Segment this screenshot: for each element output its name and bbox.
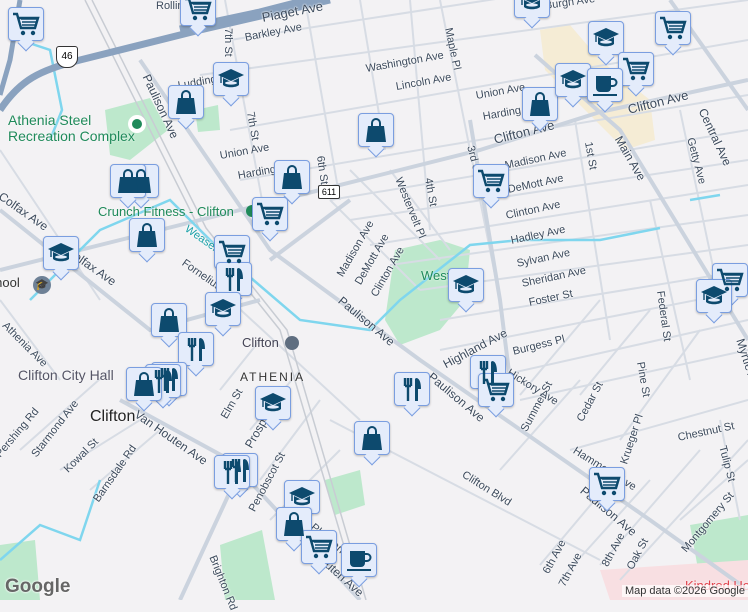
park-pin-icon[interactable]	[128, 115, 146, 133]
poi-athenia-steel-recreation-complex[interactable]: Athenia Steel Recreation Complex	[8, 112, 135, 144]
school-marker[interactable]	[588, 21, 624, 55]
map-attribution[interactable]: Map data ©2026 Google	[621, 585, 748, 597]
shop-marker[interactable]	[126, 367, 162, 401]
shop-marker[interactable]	[110, 164, 146, 198]
neighborhood-label: ATHENIA	[240, 370, 306, 384]
restaurant-marker[interactable]	[178, 332, 214, 366]
cafe-marker[interactable]	[587, 68, 623, 102]
grocery-marker[interactable]	[478, 373, 514, 407]
shopping-bag-icon	[278, 164, 306, 190]
school-marker[interactable]	[448, 268, 484, 302]
poi-label: Recreation Complex	[8, 128, 135, 144]
graduation-cap-icon	[559, 67, 587, 93]
school-pin-icon[interactable]: 🎓	[33, 276, 51, 294]
poi-clifton-city-hall[interactable]: Clifton City Hall	[18, 367, 114, 383]
shopping-bag-icon	[133, 222, 161, 248]
school-marker[interactable]	[205, 292, 241, 326]
grocery-marker[interactable]	[473, 164, 509, 198]
shop-marker[interactable]	[274, 160, 310, 194]
poi-label: Athenia Steel	[8, 112, 92, 128]
fork-knife-icon	[398, 376, 426, 402]
restaurant-marker[interactable]	[216, 262, 252, 296]
shop-marker[interactable]	[522, 87, 558, 121]
graduation-cap-icon	[288, 484, 316, 510]
graduation-cap-icon	[518, 0, 546, 14]
fork-knife-icon	[220, 266, 248, 292]
coffee-cup-icon	[591, 72, 619, 98]
cart-icon	[659, 15, 687, 41]
school-marker[interactable]	[213, 62, 249, 96]
graduation-cap-icon	[592, 25, 620, 51]
shopping-bag-icon	[130, 371, 158, 397]
grocery-marker[interactable]	[301, 530, 337, 564]
grocery-marker[interactable]	[252, 197, 288, 231]
fork-knife-icon	[182, 336, 210, 362]
shopping-bag-icon	[358, 425, 386, 451]
fork-knife-icon	[218, 459, 246, 485]
school-marker[interactable]	[514, 0, 550, 18]
school-marker[interactable]	[555, 63, 591, 97]
cart-icon	[305, 534, 333, 560]
shop-marker[interactable]	[354, 421, 390, 455]
graduation-cap-icon	[259, 390, 287, 416]
cart-icon	[218, 239, 246, 265]
graduation-cap-icon	[209, 296, 237, 322]
school-marker[interactable]	[255, 386, 291, 420]
grocery-marker[interactable]	[655, 11, 691, 45]
street-label: 7th St	[222, 28, 234, 57]
train-station-icon[interactable]	[285, 336, 299, 350]
shop-marker[interactable]	[129, 218, 165, 252]
graduation-cap-icon	[47, 240, 75, 266]
school-marker[interactable]	[284, 480, 320, 514]
shopping-bag-icon	[172, 89, 200, 115]
poi-school[interactable]: School	[0, 275, 20, 290]
coffee-cup-icon	[345, 547, 373, 573]
cart-icon	[12, 11, 40, 37]
school-marker[interactable]	[43, 236, 79, 270]
shopping-bag-icon	[114, 168, 142, 194]
graduation-cap-icon	[217, 66, 245, 92]
graduation-cap-icon	[452, 272, 480, 298]
poi-crunch-fitness[interactable]: Crunch Fitness - Clifton	[98, 204, 234, 219]
restaurant-marker[interactable]	[214, 455, 250, 489]
google-logo: Google	[5, 576, 71, 597]
grocery-marker[interactable]	[589, 467, 625, 501]
restaurant-marker[interactable]	[394, 372, 430, 406]
cafe-marker[interactable]	[341, 543, 377, 577]
cart-icon	[256, 201, 284, 227]
school-marker[interactable]	[696, 279, 732, 313]
grocery-marker[interactable]	[214, 235, 250, 269]
grocery-marker[interactable]	[8, 7, 44, 41]
grocery-marker[interactable]	[618, 52, 654, 86]
cart-icon	[593, 471, 621, 497]
graduation-cap-icon	[700, 283, 728, 309]
shopping-bag-icon	[526, 91, 554, 117]
shop-marker[interactable]	[168, 85, 204, 119]
cart-icon	[482, 377, 510, 403]
shopping-bag-icon	[155, 307, 183, 333]
city-label: Clifton	[90, 408, 136, 425]
cart-icon	[184, 0, 212, 22]
shopping-bag-icon	[280, 511, 308, 537]
grocery-marker[interactable]	[180, 0, 216, 26]
shopping-bag-icon	[362, 117, 390, 143]
cart-icon	[622, 56, 650, 82]
shop-marker[interactable]	[151, 303, 187, 337]
shop-marker[interactable]	[358, 113, 394, 147]
route-46-shield: 46	[56, 46, 78, 68]
station-clifton[interactable]: Clifton	[242, 335, 279, 350]
route-611-shield: 611	[318, 185, 340, 199]
cart-icon	[477, 168, 505, 194]
